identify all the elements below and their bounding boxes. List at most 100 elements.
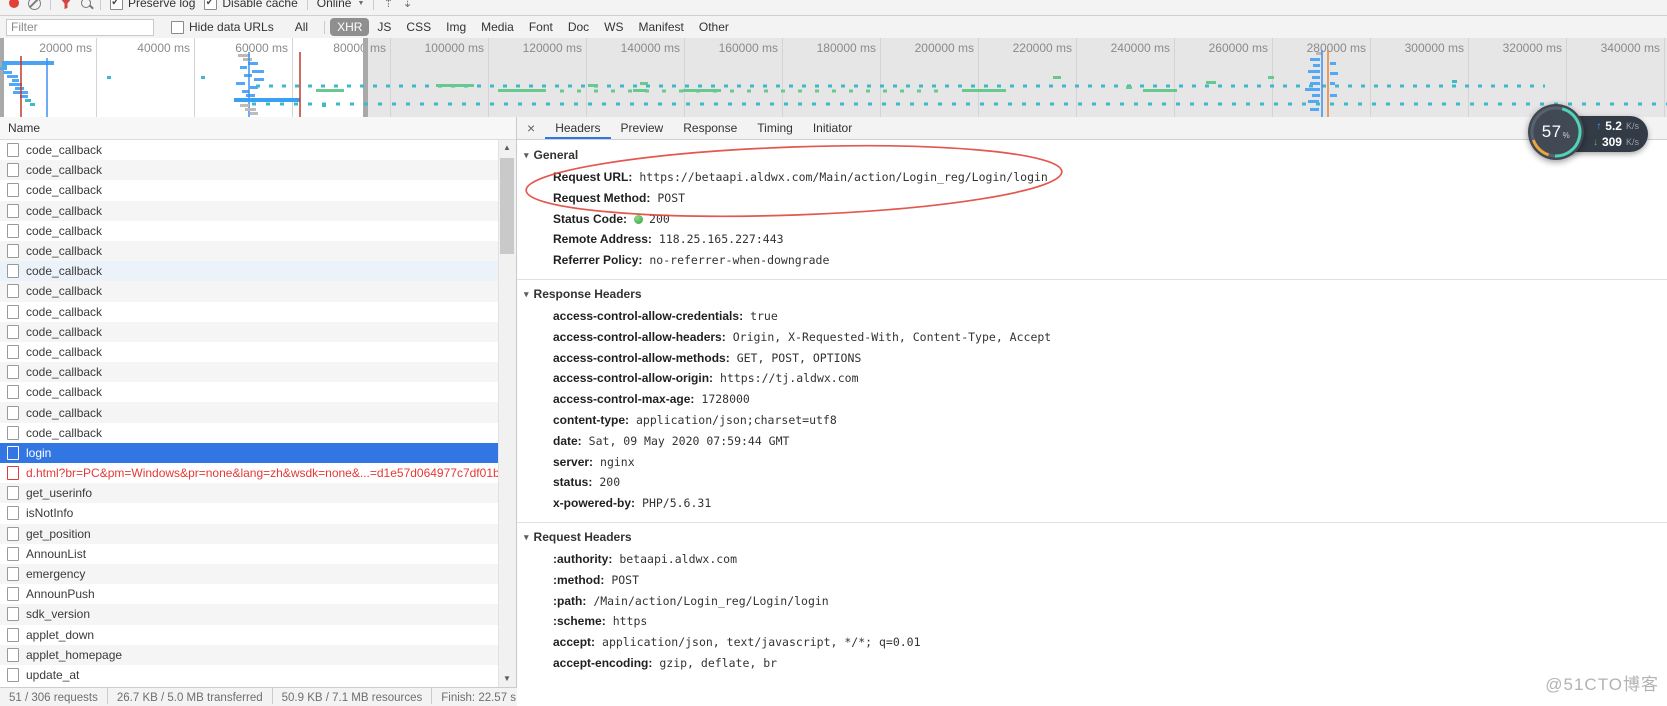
filter-chip-ws[interactable]: WS <box>597 18 630 36</box>
request-row[interactable]: applet_homepage <box>0 644 499 665</box>
filter-chip-img[interactable]: Img <box>439 18 473 36</box>
section-title[interactable]: ▾ Request Headers <box>517 527 1667 549</box>
document-icon <box>7 344 19 359</box>
request-row[interactable]: code_callback <box>0 342 499 362</box>
request-row[interactable]: update_at <box>0 665 499 685</box>
document-icon <box>7 546 19 561</box>
disable-cache-label: Disable cache <box>222 0 298 10</box>
request-row[interactable]: code_callback <box>0 402 499 423</box>
request-row[interactable]: isNotInfo <box>0 503 499 523</box>
upload-unit: K/s <box>1625 121 1639 131</box>
checkbox-icon[interactable] <box>171 20 184 34</box>
filter-chip-js[interactable]: JS <box>370 18 398 36</box>
network-main-area: Name code_callback code_callback code_call… <box>0 117 1667 706</box>
request-row[interactable]: code_callback <box>0 382 499 402</box>
request-row[interactable]: applet_down <box>0 625 499 645</box>
request-row[interactable]: code_callback <box>0 321 499 342</box>
filter-chip-xhr[interactable]: XHR <box>330 18 370 36</box>
scrollbar-thumb[interactable] <box>500 158 514 254</box>
gauge-percent-symbol: % <box>1562 130 1571 140</box>
scroll-down-icon[interactable]: ▼ <box>499 671 515 687</box>
search-icon[interactable] <box>81 0 91 8</box>
request-row[interactable]: AnnounList <box>0 544 499 564</box>
waterfall-marks <box>0 50 1667 117</box>
header-key: x-powered-by: <box>553 496 636 511</box>
document-icon <box>7 567 19 582</box>
request-row[interactable]: code_callback <box>0 180 499 200</box>
import-har-icon[interactable]: ⇡ <box>383 0 393 9</box>
request-name: sdk_version <box>26 607 91 622</box>
request-row[interactable]: d.html?br=PC&pm=Windows&pr=none&lang=zh&… <box>0 463 499 483</box>
filter-chip-css[interactable]: CSS <box>399 18 438 36</box>
section-title[interactable]: ▾ General <box>517 145 1667 167</box>
filter-chip-font[interactable]: Font <box>522 18 560 36</box>
name-column-header[interactable]: Name <box>0 117 516 140</box>
collapse-triangle-icon: ▾ <box>524 531 529 542</box>
headers-detail: ▾ General Request URL: https://betaapi.aldw… <box>517 140 1667 678</box>
request-row[interactable]: emergency <box>0 563 499 585</box>
clear-button[interactable] <box>28 0 41 10</box>
filter-chip-media[interactable]: Media <box>474 18 521 36</box>
tab-response[interactable]: Response <box>673 118 747 139</box>
filter-input[interactable] <box>6 18 154 36</box>
checkbox-icon[interactable] <box>110 0 123 10</box>
request-row[interactable]: code_callback <box>0 362 499 383</box>
request-row[interactable]: code_callback <box>0 140 499 160</box>
filter-chip-doc[interactable]: Doc <box>561 18 596 36</box>
header-value: 200 <box>649 211 670 226</box>
request-row[interactable]: code_callback <box>0 160 499 181</box>
filter-chip-all[interactable]: All <box>288 18 315 36</box>
tab-preview[interactable]: Preview <box>611 118 674 139</box>
request-row[interactable]: code_callback <box>0 281 499 302</box>
request-row[interactable]: code_callback <box>0 302 499 322</box>
header-line: Request URL: https://betaapi.aldwx.com/Ma… <box>517 167 1667 188</box>
scroll-up-icon[interactable]: ▲ <box>499 140 515 156</box>
preserve-log-checkbox[interactable]: Preserve log <box>110 0 195 10</box>
request-row[interactable]: code_callback <box>0 240 499 262</box>
checkbox-icon[interactable] <box>204 0 218 10</box>
requests-panel: Name code_callback code_callback code_call… <box>0 117 517 706</box>
header-key: accept-encoding: <box>553 655 653 670</box>
header-key: Referrer Policy: <box>553 253 643 268</box>
summary-item: 26.7 KB / 5.0 MB transferred <box>106 688 272 704</box>
request-row[interactable]: code_callback <box>0 423 499 443</box>
document-icon <box>7 385 19 400</box>
watermark: @51CTO博客 <box>1545 675 1659 694</box>
request-row[interactable]: get_position <box>0 523 499 544</box>
header-key: :authority: <box>553 551 613 566</box>
section-title[interactable]: ▾ Response Headers <box>517 284 1667 306</box>
timeline-overview[interactable]: 20000 ms 40000 ms 60000 ms 80000 ms 100000 m… <box>0 38 1667 118</box>
request-row[interactable]: AnnounPush <box>0 584 499 604</box>
document-icon <box>7 264 19 279</box>
document-icon <box>7 607 19 622</box>
request-row[interactable]: sdk_version <box>0 604 499 625</box>
document-icon <box>7 365 19 380</box>
tab-initiator[interactable]: Initiator <box>803 118 862 139</box>
filter-chip-manifest[interactable]: Manifest <box>632 18 691 36</box>
request-name: applet_homepage <box>26 647 123 662</box>
requests-scrollbar[interactable]: ▲ ▼ <box>498 140 516 687</box>
export-har-icon[interactable]: ⇣ <box>402 0 412 9</box>
tab-headers[interactable]: Headers <box>545 118 611 139</box>
header-value: 200 <box>599 475 621 490</box>
request-row[interactable]: code_callback <box>0 221 499 241</box>
header-value: https://betaapi.aldwx.com/Main/action/Lo… <box>639 170 1048 184</box>
request-row[interactable]: code_callback <box>0 200 499 221</box>
header-value: PHP/5.6.31 <box>642 496 712 511</box>
header-key: accept: <box>553 635 596 650</box>
request-row[interactable]: code_callback <box>0 261 499 282</box>
close-icon[interactable]: × <box>517 118 545 138</box>
request-row[interactable]: get_userinfo <box>0 483 499 504</box>
header-line: :path: /Main/action/Login_reg/Login/login <box>517 591 1667 612</box>
disable-cache-checkbox[interactable]: Disable cache <box>204 0 298 10</box>
document-icon <box>7 304 19 319</box>
hide-data-urls-checkbox[interactable]: Hide data URLs <box>171 20 274 34</box>
record-button[interactable] <box>9 0 19 8</box>
filter-icon[interactable] <box>60 0 72 9</box>
speed-gauge-widget[interactable]: ↑ 5.2 K/s ↓ 309 K/s 57% <box>1528 104 1658 162</box>
request-row[interactable]: login <box>0 442 499 463</box>
filter-chip-other[interactable]: Other <box>692 18 736 36</box>
resource-type-filters: All XHR JS CSS Img Media Font Doc WS Manifest Othe… <box>288 18 736 36</box>
throttling-dropdown[interactable]: Online ▼ <box>317 0 365 10</box>
tab-timing[interactable]: Timing <box>747 118 803 139</box>
